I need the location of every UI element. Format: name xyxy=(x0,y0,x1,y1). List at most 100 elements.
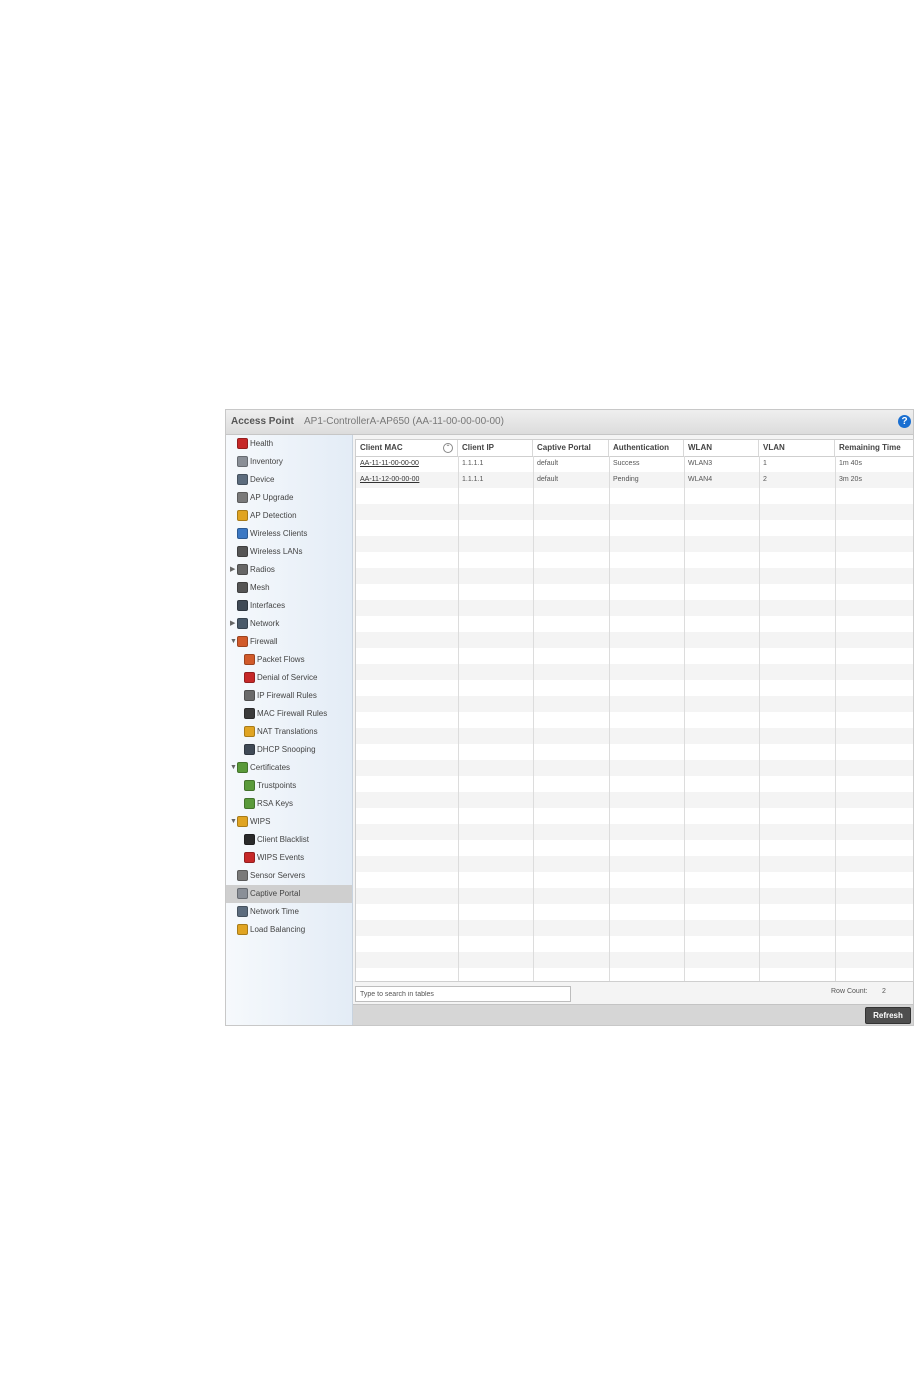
column-header-captive-portal[interactable]: Captive Portal xyxy=(533,440,609,456)
sidebar-item-packet-flows[interactable]: Packet Flows xyxy=(226,651,352,669)
row-count-label: Row Count: xyxy=(831,988,868,995)
sidebar-item-label: Inventory xyxy=(250,457,283,466)
sidebar-item-label: Packet Flows xyxy=(257,655,305,664)
device-name: AP1-ControllerA-AP650 (AA-11-00-00-00-00… xyxy=(304,416,504,427)
column-header-label: Client IP xyxy=(462,443,495,452)
table-row xyxy=(356,936,913,952)
collapsed-arrow-icon[interactable]: ▶ xyxy=(230,615,235,633)
expanded-arrow-icon[interactable]: ▼ xyxy=(230,633,237,651)
sidebar-item-ip-firewall-rules[interactable]: IP Firewall Rules xyxy=(226,687,352,705)
sidebar-item-label: AP Detection xyxy=(250,511,297,520)
column-header-label: Client MAC xyxy=(360,443,403,452)
sidebar-item-label: Wireless Clients xyxy=(250,529,308,538)
table-row xyxy=(356,840,913,856)
table-cell: Pending xyxy=(613,476,639,483)
table-row xyxy=(356,504,913,520)
column-header-client-mac[interactable]: Client MAC ⌃ xyxy=(356,440,458,456)
sidebar-item-wireless-lans[interactable]: Wireless LANs xyxy=(226,543,352,561)
table-row xyxy=(356,824,913,840)
column-header-remaining-time[interactable]: Remaining Time xyxy=(835,440,913,456)
sidebar-item-ap-detection[interactable]: AP Detection xyxy=(226,507,352,525)
sensor-servers-icon xyxy=(237,870,248,881)
sidebar-item-label: Trustpoints xyxy=(257,781,297,790)
table-row[interactable]: AA-11-12-00-00-00 1.1.1.1 default Pending WL… xyxy=(356,472,913,488)
rsa-keys-icon xyxy=(244,798,255,809)
table-cell: Success xyxy=(613,460,640,467)
sidebar-item-wireless-clients[interactable]: Wireless Clients xyxy=(226,525,352,543)
sidebar-item-label: DHCP Snooping xyxy=(257,745,316,754)
health-icon xyxy=(237,438,248,449)
column-header-wlan[interactable]: WLAN xyxy=(684,440,759,456)
column-header-authentication[interactable]: Authentication xyxy=(609,440,684,456)
table-row xyxy=(356,664,913,680)
sidebar-item-label: Certificates xyxy=(250,763,291,772)
sidebar-item-network[interactable]: ▶ Network xyxy=(226,615,352,633)
sidebar-item-label: Health xyxy=(250,439,274,448)
sidebar-item-radios[interactable]: ▶ Radios xyxy=(226,561,352,579)
sidebar-item-mesh[interactable]: Mesh xyxy=(226,579,352,597)
table-row xyxy=(356,776,913,792)
sidebar-item-load-balancing[interactable]: Load Balancing xyxy=(226,921,352,939)
column-divider xyxy=(759,456,760,981)
sidebar-item-label: WIPS Events xyxy=(257,853,305,862)
sidebar-item-denial-of-service[interactable]: Denial of Service xyxy=(226,669,352,687)
column-divider xyxy=(684,456,685,981)
sidebar-item-captive-portal[interactable]: Captive Portal xyxy=(226,885,352,903)
trustpoints-icon xyxy=(244,780,255,791)
search-input[interactable] xyxy=(355,986,571,1002)
column-header-client-ip[interactable]: Client IP xyxy=(458,440,533,456)
sidebar-item-trustpoints[interactable]: Trustpoints xyxy=(226,777,352,795)
sidebar-item-health[interactable]: Health xyxy=(226,435,352,453)
access-point-panel: Access Point AP1-ControllerA-AP650 (AA-1… xyxy=(225,409,914,1026)
wireless-lans-icon xyxy=(237,546,248,557)
table-row xyxy=(356,648,913,664)
sidebar-item-nat-translations[interactable]: NAT Translations xyxy=(226,723,352,741)
table-row xyxy=(356,920,913,936)
row-count-value: 2 xyxy=(882,988,886,995)
sidebar-item-mac-firewall-rules[interactable]: MAC Firewall Rules xyxy=(226,705,352,723)
sidebar-item-wips-events[interactable]: WIPS Events xyxy=(226,849,352,867)
client-mac-link[interactable]: AA-11-12-00-00-00 xyxy=(356,472,458,488)
collapsed-arrow-icon[interactable]: ▶ xyxy=(230,561,235,579)
sidebar-item-firewall[interactable]: ▼ Firewall xyxy=(226,633,352,651)
table-row xyxy=(356,712,913,728)
sidebar-item-label: Denial of Service xyxy=(257,673,318,682)
sidebar-item-network-time[interactable]: Network Time xyxy=(226,903,352,921)
panel-title: Access Point xyxy=(231,416,294,427)
sidebar-item-inventory[interactable]: Inventory xyxy=(226,453,352,471)
sidebar-item-device[interactable]: Device xyxy=(226,471,352,489)
sidebar-item-client-blacklist[interactable]: Client Blacklist xyxy=(226,831,352,849)
column-header-label: WLAN xyxy=(688,443,712,452)
sort-icon[interactable]: ⌃ xyxy=(443,443,453,453)
sidebar-item-rsa-keys[interactable]: RSA Keys xyxy=(226,795,352,813)
sidebar-item-sensor-servers[interactable]: Sensor Servers xyxy=(226,867,352,885)
table-row xyxy=(356,568,913,584)
table-header: Client MAC ⌃ Client IP Captive Portal Authen… xyxy=(356,440,913,457)
table-cell: 1.1.1.1 xyxy=(462,476,484,483)
sidebar-item-label: Device xyxy=(250,475,275,484)
table-cell: 1m 40s xyxy=(839,460,862,467)
sidebar-item-certificates[interactable]: ▼ Certificates xyxy=(226,759,352,777)
expanded-arrow-icon[interactable]: ▼ xyxy=(230,759,237,777)
refresh-button[interactable]: Refresh xyxy=(865,1007,911,1024)
sidebar-item-label: NAT Translations xyxy=(257,727,318,736)
sidebar-item-interfaces[interactable]: Interfaces xyxy=(226,597,352,615)
sidebar-item-label: IP Firewall Rules xyxy=(257,691,317,700)
sidebar-item-wips[interactable]: ▼ WIPS xyxy=(226,813,352,831)
table-cell: 2 xyxy=(763,476,767,483)
sidebar-item-dhcp-snooping[interactable]: DHCP Snooping xyxy=(226,741,352,759)
table-row[interactable]: AA-11-11-00-00-00 1.1.1.1 default Success WL… xyxy=(356,456,913,472)
table-row xyxy=(356,632,913,648)
client-mac-link[interactable]: AA-11-11-00-00-00 xyxy=(356,456,458,472)
wips-events-icon xyxy=(244,852,255,863)
device-icon xyxy=(237,474,248,485)
sidebar-item-ap-upgrade[interactable]: AP Upgrade xyxy=(226,489,352,507)
sidebar-item-label: Radios xyxy=(250,565,275,574)
expanded-arrow-icon[interactable]: ▼ xyxy=(230,813,237,831)
column-header-vlan[interactable]: VLAN xyxy=(759,440,835,456)
table-row xyxy=(356,872,913,888)
help-icon[interactable]: ? xyxy=(898,415,911,428)
load-balancing-icon xyxy=(237,924,248,935)
table-row xyxy=(356,488,913,504)
wireless-clients-icon xyxy=(237,528,248,539)
